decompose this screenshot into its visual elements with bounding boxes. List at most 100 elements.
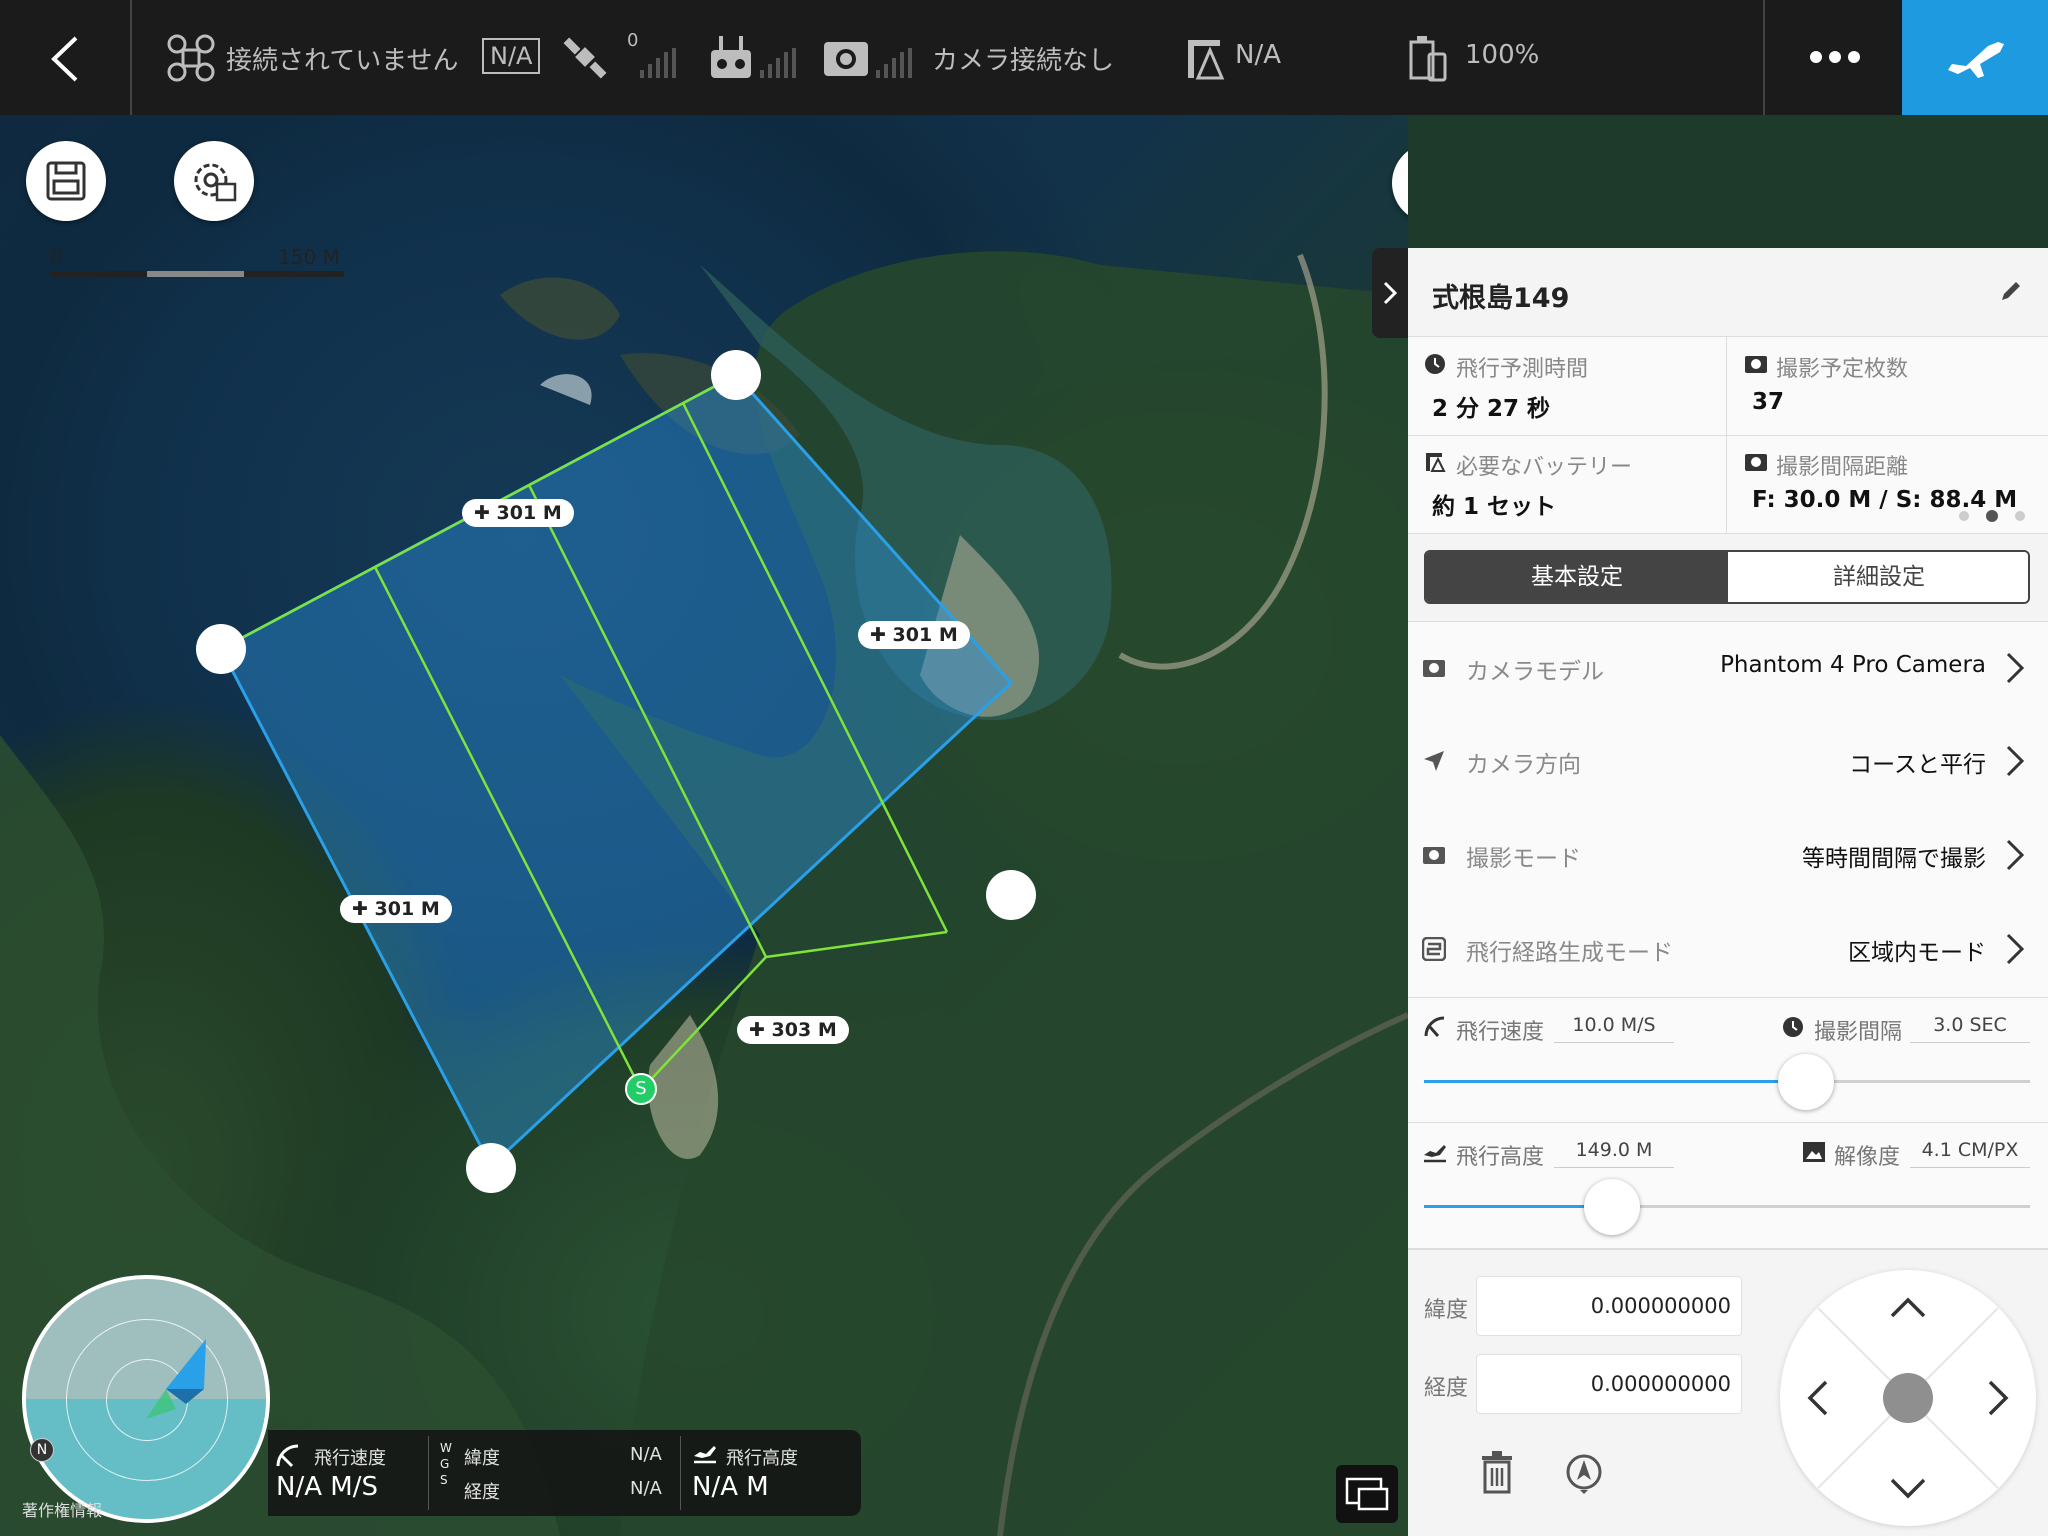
takeoff-button[interactable]: [1902, 0, 2048, 115]
divider: [130, 0, 132, 115]
shooting-mode-row[interactable]: 撮影モード 等時間間隔で撮影: [1408, 809, 2048, 904]
telemetry-speed-label: 飛行速度: [314, 1448, 386, 1469]
telemetry-lon-label: 経度: [464, 1482, 500, 1503]
attitude-radar: [22, 1275, 270, 1523]
settings-tabs: 基本設定 詳細設定: [1424, 550, 2030, 604]
altitude-slider-knob[interactable]: [1584, 1179, 1640, 1235]
camera-model-value: Phantom 4 Pro Camera: [1720, 652, 1986, 678]
chevron-right-icon: [1383, 281, 1398, 305]
flight-time-value: 2 分 27 秒: [1432, 396, 1551, 422]
photo-count-label: 撮影予定枚数: [1776, 357, 1909, 382]
drone-icon: [167, 34, 215, 82]
compass-north-badge: N: [30, 1438, 54, 1462]
direction-pad: [1780, 1270, 2036, 1526]
altitude-icon: [694, 1446, 716, 1464]
telemetry-wgs: W G S: [440, 1441, 452, 1487]
edge-length-label[interactable]: ✚ 301 M: [340, 895, 452, 923]
pad-center-button[interactable]: [1883, 1373, 1933, 1423]
telemetry-lon-value: N/A: [630, 1478, 662, 1499]
vertex-handle[interactable]: [986, 870, 1036, 920]
shot-interval-label: 撮影間隔: [1814, 1020, 1903, 1045]
route-mode-row[interactable]: 飛行経路生成モード 区域内モード: [1408, 903, 2048, 998]
vertex-handle[interactable]: [196, 624, 246, 674]
shot-interval-value[interactable]: 3.0 SEC: [1910, 1014, 2030, 1043]
camera-direction-row[interactable]: カメラ方向 コースと平行: [1408, 715, 2048, 810]
edge-length-label[interactable]: ✚ 303 M: [737, 1016, 849, 1044]
chevron-right-icon[interactable]: [1986, 1378, 2010, 1418]
signal-bars: [760, 48, 796, 78]
altitude-value[interactable]: 149.0 M: [1554, 1139, 1674, 1168]
pip-button[interactable]: [1336, 1465, 1398, 1523]
settings-button[interactable]: [174, 141, 254, 221]
photo-count-value: 37: [1752, 389, 1785, 415]
chevron-left-icon[interactable]: [1806, 1378, 1830, 1418]
edit-icon[interactable]: [1998, 278, 2024, 304]
copyright-link[interactable]: 著作権情報: [22, 1497, 102, 1521]
chevron-up-icon[interactable]: [1888, 1296, 1928, 1320]
remote-controller-icon: [711, 36, 751, 78]
chevron-right-icon: [2006, 933, 2025, 965]
speed-label: 飛行速度: [1456, 1020, 1545, 1045]
clock-icon: [1783, 1017, 1803, 1037]
resolution-value: 4.1 CM/PX: [1910, 1139, 2030, 1168]
shooting-mode-label: 撮影モード: [1466, 846, 1581, 872]
page-indicator: [1959, 510, 2025, 522]
chevron-down-icon[interactable]: [1888, 1476, 1928, 1500]
latitude-label: 緯度: [1424, 1298, 1469, 1323]
longitude-input[interactable]: 0.000000000: [1476, 1354, 1742, 1414]
chevron-right-icon: [2006, 652, 2025, 684]
speed-value[interactable]: 10.0 M/S: [1554, 1014, 1674, 1043]
speed-icon: [276, 1444, 299, 1468]
trash-icon[interactable]: [1480, 1450, 1514, 1494]
vertex-handle[interactable]: [711, 350, 761, 400]
save-button[interactable]: [26, 141, 106, 221]
edge-length-label[interactable]: ✚ 301 M: [858, 621, 970, 649]
mission-name: 式根島149: [1432, 283, 1570, 314]
map-view[interactable]: S ✚ 301 M ✚ 301 M ✚ 301 M ✚ 303 M 0 150 …: [0, 115, 1408, 1536]
speed-slider-knob[interactable]: [1778, 1054, 1834, 1110]
panel-collapse-button[interactable]: [1372, 248, 1408, 338]
camera-icon: [1423, 660, 1445, 677]
navigate-icon[interactable]: [1564, 1452, 1604, 1494]
scale-start: 0: [50, 245, 63, 269]
battery-icon: [1426, 453, 1446, 472]
longitude-label: 経度: [1424, 1376, 1469, 1401]
latitude-input[interactable]: 0.000000000: [1476, 1276, 1742, 1336]
battery-status: N/A: [1235, 40, 1281, 70]
camera-model-row[interactable]: カメラモデル Phantom 4 Pro Camera: [1408, 621, 2048, 717]
telemetry-alt-label: 飛行高度: [726, 1448, 798, 1469]
photo-icon: [1745, 454, 1767, 471]
settings-icon: [194, 163, 237, 202]
altitude-block: 飛行高度 149.0 M 解像度 4.1 CM/PX: [1408, 1123, 2048, 1250]
mission-panel: 式根島149 飛行予測時間 2 分 27 秒 撮影予定枚数 37 必要なバッテリ…: [1408, 248, 2048, 1536]
telemetry-alt-value: N/A M: [692, 1472, 769, 1502]
photo-icon: [1745, 356, 1767, 373]
clock-icon: [1425, 354, 1445, 374]
start-marker[interactable]: S: [625, 1073, 657, 1105]
telemetry-lat-value: N/A: [630, 1444, 662, 1465]
back-button[interactable]: [0, 0, 130, 115]
camera-icon: [824, 42, 868, 76]
pip-icon: [1345, 1477, 1389, 1511]
battery-required-label: 必要なバッテリー: [1456, 455, 1633, 480]
plus-icon: ✚: [474, 502, 497, 524]
more-button[interactable]: [1765, 0, 1905, 115]
camera-direction-label: カメラ方向: [1466, 752, 1581, 778]
aircraft-heading-icon: [146, 1339, 206, 1419]
edge-length-label[interactable]: ✚ 301 M: [462, 499, 574, 527]
top-status-bar: 接続されていません N/A 0 カメラ接続なし N/A 100%: [0, 0, 2048, 115]
speed-slider-fill: [1424, 1080, 1806, 1083]
mission-summary: 飛行予測時間 2 分 27 秒 撮影予定枚数 37 必要なバッテリー 約 1 セ…: [1408, 337, 2048, 534]
tab-basic[interactable]: 基本設定: [1426, 552, 1728, 602]
telemetry-speed-value: N/A M/S: [276, 1472, 378, 1502]
tab-advanced[interactable]: 詳細設定: [1728, 552, 2028, 602]
signal-bars: [876, 48, 912, 78]
gps-mode-badge: N/A: [482, 38, 541, 74]
camera-direction-value: コースと平行: [1849, 752, 1986, 778]
chevron-right-icon: [2006, 745, 2025, 777]
camera-status: カメラ接続なし: [932, 46, 1115, 76]
scale-bar: [50, 271, 344, 277]
scale-end: 150 M: [278, 245, 340, 269]
altitude-label: 飛行高度: [1456, 1145, 1545, 1170]
vertex-handle[interactable]: [466, 1143, 516, 1193]
